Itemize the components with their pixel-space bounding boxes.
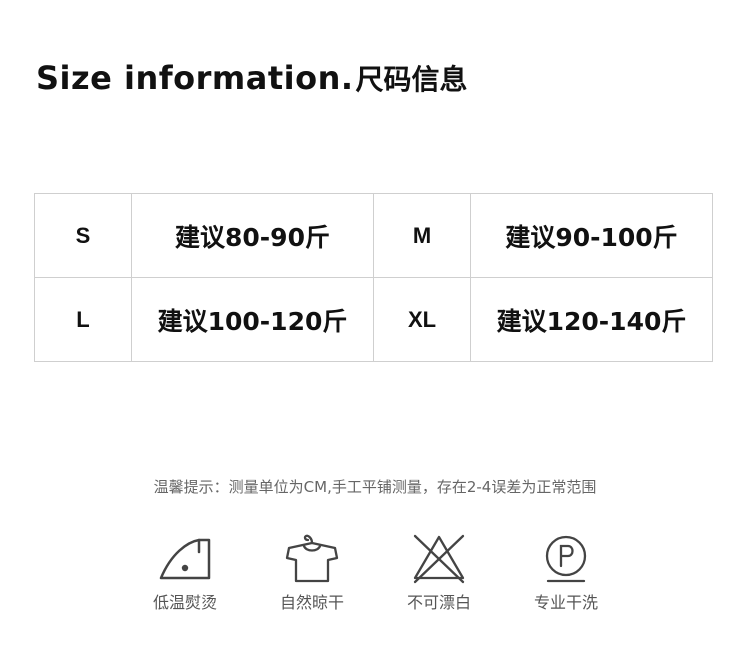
weight-recommendation-cell: 建议90-100斤 xyxy=(470,193,713,278)
title-chinese: 尺码信息 xyxy=(355,63,468,96)
size-cell: M xyxy=(373,193,471,278)
table-row: L 建议100-120斤 XL 建议120-140斤 xyxy=(34,277,713,362)
care-label: 不可漂白 xyxy=(406,593,471,612)
weight-recommendation-cell: 建议80-90斤 xyxy=(131,193,374,278)
care-item-dry: 自然晾干 xyxy=(257,532,367,622)
measurement-tip: 温馨提示：测量单位为CM,手工平铺测量，存在2-4误差为正常范围 xyxy=(153,478,597,496)
do-not-bleach-icon xyxy=(413,534,465,584)
iron-low-temp-icon xyxy=(159,538,211,580)
care-item-bleach: 不可漂白 xyxy=(384,532,494,622)
care-label: 专业干洗 xyxy=(533,593,598,612)
size-cell: XL xyxy=(373,277,471,362)
dry-naturally-icon xyxy=(285,534,339,583)
care-item-iron: 低温熨烫 xyxy=(130,532,240,622)
page-title: Size information. 尺码信息 xyxy=(36,58,468,102)
size-cell: S xyxy=(34,193,132,278)
size-cell: L xyxy=(34,277,132,362)
care-instructions: 低温熨烫 自然晾干 不可漂白 专业干洗 xyxy=(0,532,750,622)
weight-recommendation-cell: 建议100-120斤 xyxy=(131,277,374,362)
care-label: 自然晾干 xyxy=(279,593,344,612)
care-label: 低温熨烫 xyxy=(152,593,217,612)
care-item-dry-clean: 专业干洗 xyxy=(511,532,621,622)
professional-dry-clean-icon xyxy=(545,535,587,583)
size-table: S 建议80-90斤 M 建议90-100斤 L 建议100-120斤 XL 建… xyxy=(34,193,713,362)
table-row: S 建议80-90斤 M 建议90-100斤 xyxy=(34,193,713,278)
title-english: Size information. xyxy=(36,59,354,97)
weight-recommendation-cell: 建议120-140斤 xyxy=(470,277,713,362)
